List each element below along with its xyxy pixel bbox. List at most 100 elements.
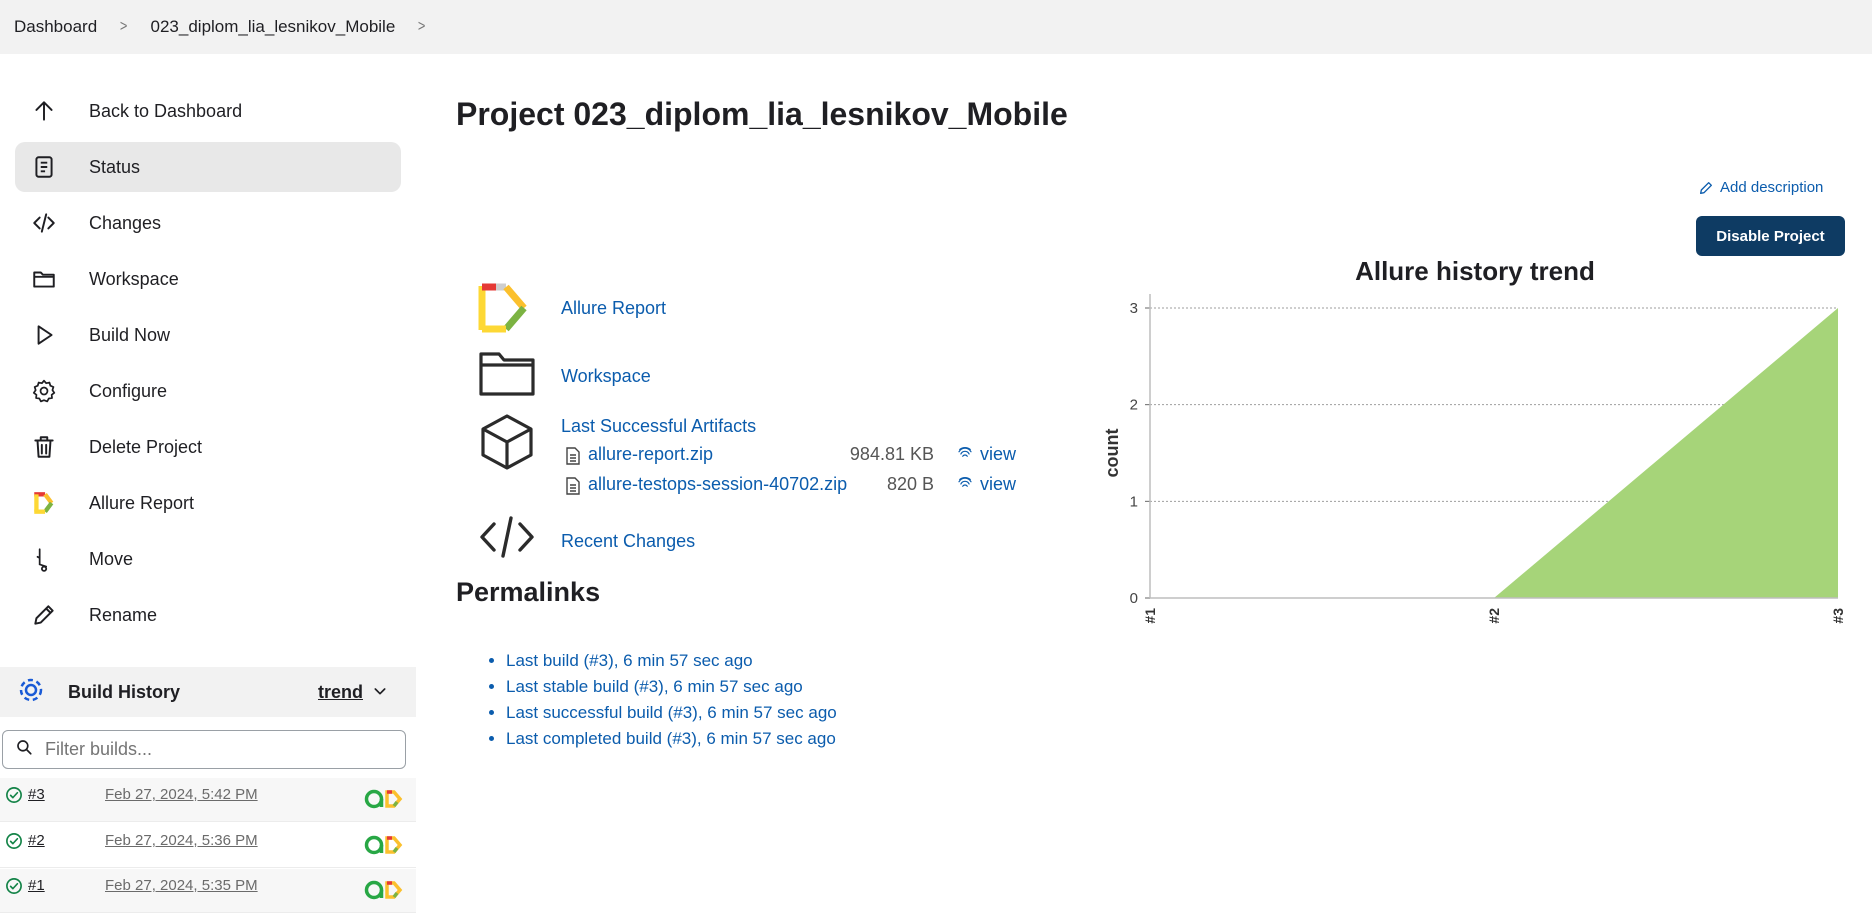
- chevron-down-icon[interactable]: [372, 683, 388, 704]
- filter-builds-input[interactable]: [43, 738, 383, 761]
- file-icon: [566, 447, 580, 470]
- sidebar-item-back-to-dashboard[interactable]: Back to Dashboard: [15, 86, 401, 136]
- page-title: Project 023_diplom_lia_lesnikov_Mobile: [456, 96, 1068, 132]
- allure-badge-icon[interactable]: [364, 788, 404, 815]
- breadcrumb: Dashboard > 023_diplom_lia_lesnikov_Mobi…: [0, 0, 1872, 54]
- y-tick-label: 3: [1130, 300, 1138, 317]
- package-icon: [479, 413, 535, 476]
- arrow-up-icon: [29, 96, 59, 126]
- sidebar-item-workspace[interactable]: Workspace: [15, 254, 401, 304]
- permalink[interactable]: Last successful build (#3), 6 min 57 sec…: [506, 703, 837, 722]
- fingerprint-icon[interactable]: [956, 444, 974, 469]
- disable-project-button[interactable]: Disable Project: [1696, 216, 1845, 256]
- sidebar: Back to Dashboard Status Changes Workspa…: [0, 86, 416, 646]
- sidebar-item-label: Status: [89, 156, 141, 177]
- sidebar-item-label: Delete Project: [89, 436, 203, 457]
- trend-link[interactable]: trend: [318, 682, 363, 703]
- status-icon: [29, 152, 59, 182]
- x-tick-label: #3: [1830, 608, 1846, 624]
- allure-icon: [29, 488, 59, 518]
- workspace-link[interactable]: Workspace: [561, 366, 651, 387]
- view-link[interactable]: view: [980, 474, 1016, 495]
- success-icon: [5, 786, 23, 809]
- artifact-link[interactable]: allure-report.zip: [588, 444, 713, 465]
- allure-logo-icon[interactable]: [478, 282, 534, 339]
- artifact-link[interactable]: allure-testops-session-40702.zip: [588, 474, 847, 495]
- sidebar-item-label: Back to Dashboard: [89, 100, 243, 121]
- build-number-link[interactable]: #3: [28, 786, 45, 803]
- y-tick-label: 1: [1130, 493, 1138, 510]
- x-tick-label: #2: [1486, 608, 1502, 624]
- permalinks-list: Last build (#3), 6 min 57 sec ago Last s…: [476, 648, 837, 752]
- pencil-icon: [29, 600, 59, 630]
- y-tick-label: 0: [1130, 590, 1138, 607]
- sidebar-item-label: Changes: [89, 212, 162, 233]
- build-date-link[interactable]: Feb 27, 2024, 5:35 PM: [105, 877, 258, 894]
- permalink[interactable]: Last completed build (#3), 6 min 57 sec …: [506, 729, 836, 748]
- artifact-size: 984.81 KB: [849, 444, 934, 464]
- recent-changes-link[interactable]: Recent Changes: [561, 531, 695, 552]
- sidebar-item-changes[interactable]: Changes: [15, 198, 401, 248]
- code-icon: [29, 208, 59, 238]
- permalink[interactable]: Last build (#3), 6 min 57 sec ago: [506, 651, 753, 670]
- sidebar-item-label: Move: [89, 548, 134, 569]
- sidebar-item-delete-project[interactable]: Delete Project: [15, 422, 401, 472]
- sidebar-item-label: Configure: [89, 380, 168, 401]
- breadcrumb-project[interactable]: 023_diplom_lia_lesnikov_Mobile: [151, 17, 396, 37]
- permalink[interactable]: Last stable build (#3), 6 min 57 sec ago: [506, 677, 803, 696]
- view-link[interactable]: view: [980, 444, 1016, 465]
- list-item: Last successful build (#3), 6 min 57 sec…: [506, 700, 837, 726]
- add-description-label: Add description: [1720, 179, 1824, 196]
- list-item: Last stable build (#3), 6 min 57 sec ago: [506, 674, 837, 700]
- allure-badge-icon[interactable]: [364, 834, 404, 861]
- y-tick-label: 2: [1130, 397, 1138, 414]
- list-item: Last completed build (#3), 6 min 57 sec …: [506, 726, 837, 752]
- last-successful-artifacts-link[interactable]: Last Successful Artifacts: [561, 416, 756, 437]
- breadcrumb-separator[interactable]: >: [418, 18, 425, 36]
- x-tick-label: #1: [1142, 608, 1158, 624]
- build-history-title: Build History: [68, 681, 181, 702]
- artifact-size: 820 B: [886, 474, 934, 494]
- breadcrumb-dashboard[interactable]: Dashboard: [14, 17, 97, 37]
- file-icon: [566, 477, 580, 500]
- filter-builds-field[interactable]: [2, 730, 406, 769]
- build-date-link[interactable]: Feb 27, 2024, 5:36 PM: [105, 832, 258, 849]
- success-icon: [5, 877, 23, 900]
- sidebar-item-allure-report[interactable]: Allure Report: [15, 478, 401, 528]
- sidebar-item-configure[interactable]: Configure: [15, 366, 401, 416]
- list-item: Last build (#3), 6 min 57 sec ago: [506, 648, 837, 674]
- area-series: [1150, 308, 1838, 598]
- build-date-link[interactable]: Feb 27, 2024, 5:42 PM: [105, 786, 258, 803]
- build-row: #3 Feb 27, 2024, 5:42 PM: [0, 778, 416, 822]
- artifact-row: allure-testops-session-40702.zip 820 B v…: [566, 474, 1026, 500]
- sidebar-item-rename[interactable]: Rename: [15, 590, 401, 640]
- permalinks-heading: Permalinks: [456, 577, 601, 607]
- artifact-row: allure-report.zip 984.81 KB view: [566, 444, 1026, 470]
- y-axis-label: count: [1102, 429, 1122, 478]
- code-icon[interactable]: [478, 514, 536, 565]
- folder-icon: [29, 264, 59, 294]
- sidebar-item-label: Allure Report: [89, 492, 195, 513]
- play-icon: [29, 320, 59, 350]
- sidebar-item-status[interactable]: Status: [15, 142, 401, 192]
- search-icon: [15, 738, 33, 761]
- trash-icon: [29, 432, 59, 462]
- move-icon: [29, 544, 59, 574]
- pencil-icon: [1700, 181, 1712, 194]
- sidebar-item-label: Workspace: [89, 268, 179, 289]
- sidebar-item-label: Build Now: [89, 324, 171, 345]
- success-icon: [5, 832, 23, 855]
- sidebar-item-build-now[interactable]: Build Now: [15, 310, 401, 360]
- build-row: #2 Feb 27, 2024, 5:36 PM: [0, 824, 416, 868]
- build-number-link[interactable]: #1: [28, 877, 45, 894]
- breadcrumb-separator: >: [120, 18, 128, 35]
- add-description-link[interactable]: Add description: [1698, 179, 1823, 196]
- folder-icon[interactable]: [478, 349, 536, 402]
- sidebar-item-move[interactable]: Move: [15, 534, 401, 584]
- build-number-link[interactable]: #2: [28, 832, 45, 849]
- allure-report-link[interactable]: Allure Report: [561, 298, 666, 319]
- fingerprint-icon[interactable]: [956, 474, 974, 499]
- allure-history-trend-chart: 0 1 2 3 #1 #2 #3 count: [1102, 294, 1846, 624]
- build-history-header: Build History trend: [0, 667, 416, 717]
- build-history-icon: [16, 675, 46, 710]
